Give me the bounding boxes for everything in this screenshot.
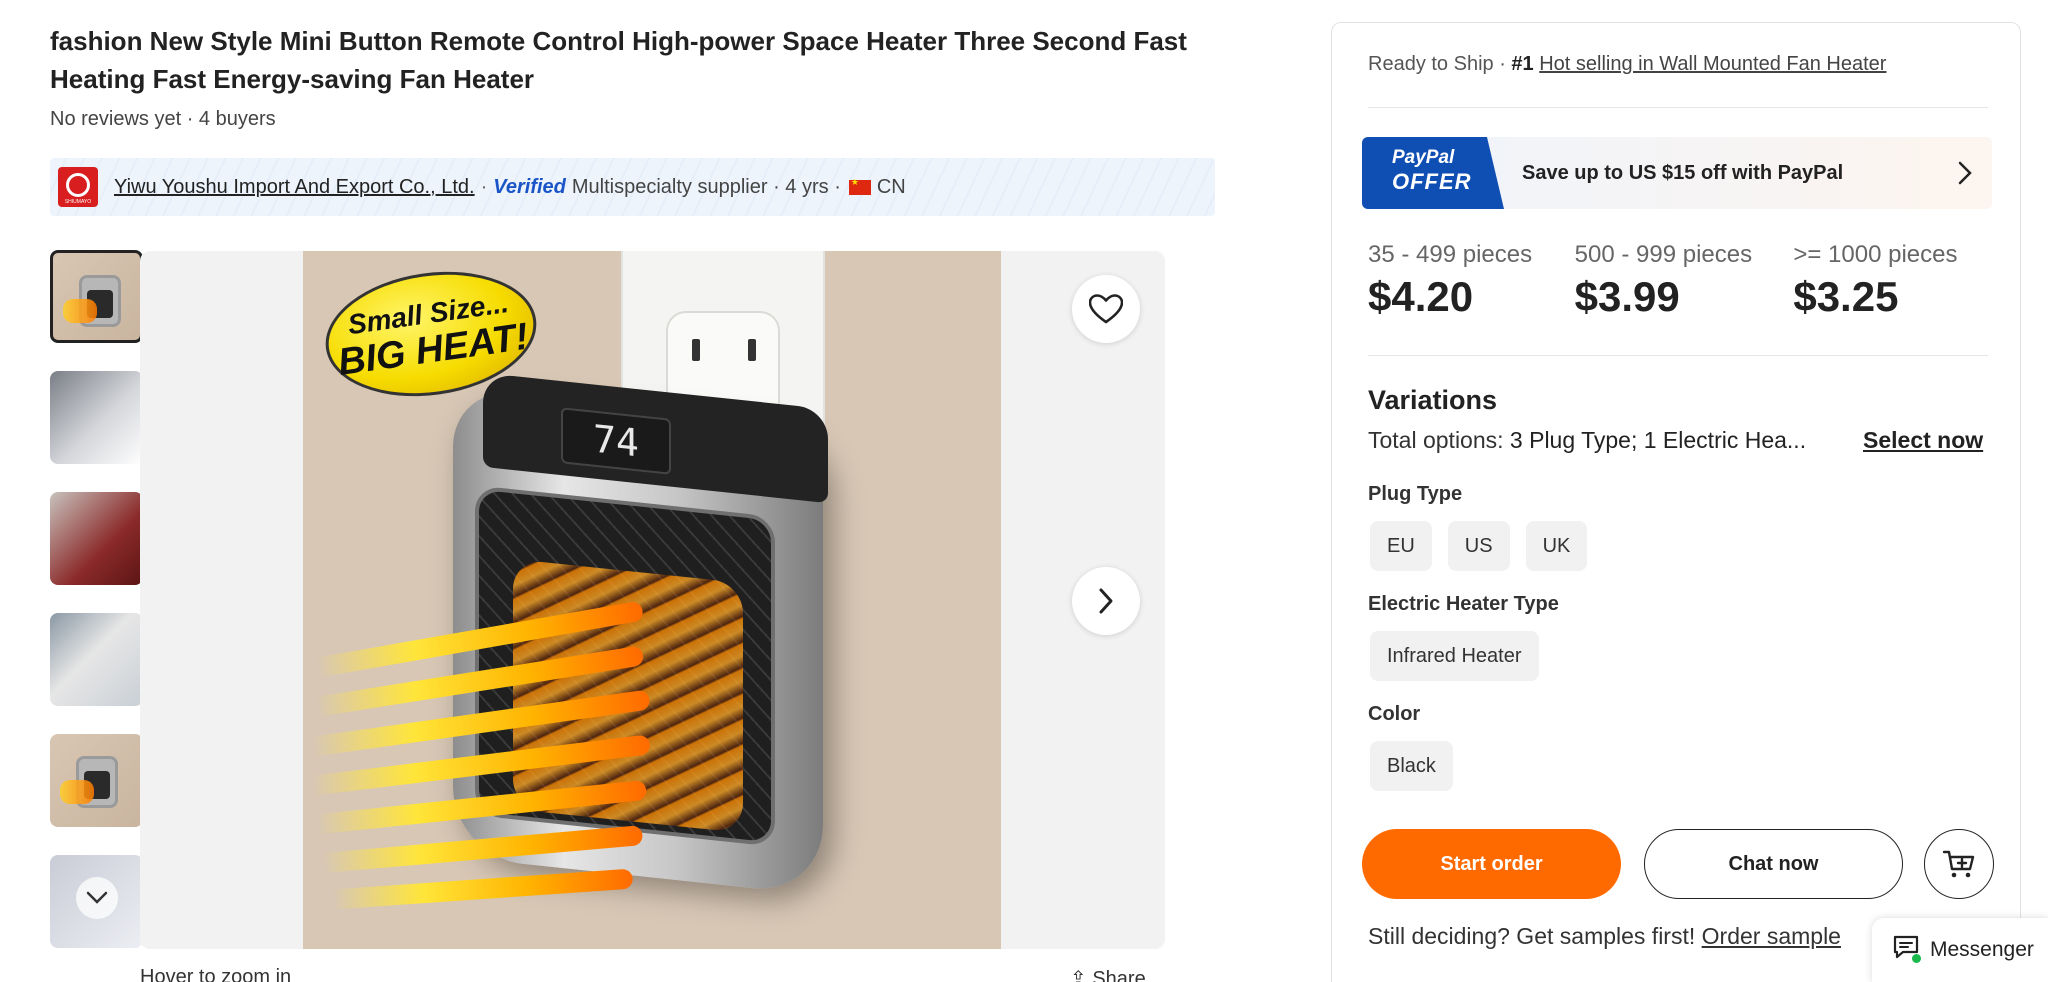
thumbnail-5[interactable] — [50, 734, 143, 827]
samples-prompt: Still deciding? Get samples first! Order… — [1368, 923, 1841, 950]
online-status-dot — [1912, 954, 1921, 963]
logo-text: SHIUMAYO — [64, 199, 92, 205]
color-options: Black — [1370, 741, 1469, 791]
cart-plus-icon — [1942, 850, 1975, 878]
heat-glow — [63, 299, 97, 323]
start-order-button[interactable]: Start order — [1362, 829, 1621, 899]
thumbnail-list — [50, 250, 144, 976]
favorite-button[interactable] — [1072, 275, 1140, 343]
price-tier: 35 - 499 pieces $4.20 — [1368, 241, 1573, 321]
tier-quantity: 500 - 999 pieces — [1574, 241, 1753, 268]
purchase-panel: Ready to Ship · #1 Hot selling in Wall M… — [1331, 22, 2021, 982]
heat-glow — [60, 780, 94, 804]
product-title: fashion New Style Mini Button Remote Con… — [50, 26, 1187, 94]
ready-prefix: Ready to Ship · — [1368, 53, 1506, 75]
tier-price: $3.25 — [1793, 273, 1899, 320]
heat-wave — [332, 868, 634, 910]
paypal-offer-text: Save up to US $15 off with PayPal — [1522, 161, 1844, 184]
variations-title: Variations — [1368, 385, 1498, 415]
thumbnail-1[interactable] — [50, 250, 143, 343]
add-to-cart-button[interactable] — [1924, 829, 1994, 899]
total-options-label: Total options: — [1368, 427, 1504, 453]
plug-type-option[interactable]: EU — [1370, 521, 1432, 571]
share-icon: ⇪ — [1070, 968, 1093, 982]
chevron-right-icon — [1958, 161, 1972, 185]
supplier-country: CN — [876, 175, 906, 198]
paypal-offer-tag: PayPal OFFER — [1362, 137, 1504, 209]
chevron-down-icon[interactable] — [76, 877, 118, 919]
tier-quantity: 35 - 499 pieces — [1368, 241, 1533, 268]
logo-ring-icon — [66, 173, 90, 197]
plug-type-option[interactable]: UK — [1525, 521, 1588, 571]
messenger-button[interactable]: Messenger — [1872, 918, 2048, 982]
separator: · — [480, 175, 488, 198]
plug-type-options: EU US UK — [1370, 521, 1603, 571]
reviews-summary: No reviews yet · 4 buyers — [50, 108, 276, 130]
chat-now-button[interactable]: Chat now — [1644, 829, 1903, 899]
rank-label: #1 — [1511, 53, 1534, 75]
thumbnail-4[interactable] — [50, 613, 143, 706]
color-option[interactable]: Black — [1370, 741, 1453, 791]
main-product-image[interactable]: Small Size... BIG HEAT! 74 — [140, 251, 1165, 949]
paypal-tag-line-1: PayPal — [1392, 147, 1455, 168]
temperature-display: 74 — [561, 407, 671, 475]
divider — [1368, 355, 1988, 356]
color-label: Color — [1368, 703, 1421, 725]
order-sample-link[interactable]: Order sample — [1702, 923, 1841, 949]
share-button[interactable]: ⇪ Share — [1070, 966, 1146, 982]
price-tier: >= 1000 pieces $3.25 — [1793, 241, 1998, 321]
tier-price: $4.20 — [1368, 273, 1474, 320]
chevron-right-icon — [1099, 588, 1113, 614]
thumbnail-6[interactable] — [50, 855, 143, 948]
supplier-logo[interactable]: SHIUMAYO — [58, 167, 98, 207]
next-image-button[interactable] — [1072, 567, 1140, 635]
divider — [1368, 107, 1988, 108]
samples-text: Still deciding? Get samples first! — [1368, 923, 1696, 949]
zoom-hint: Hover to zoom in — [140, 966, 292, 982]
plug-type-label: Plug Type — [1368, 483, 1463, 505]
price-tier: 500 - 999 pieces $3.99 — [1575, 241, 1780, 321]
total-options-value: 3 Plug Type; 1 Electric Hea... — [1509, 427, 1807, 453]
supplier-name-link[interactable]: Yiwu Youshu Import And Export Co., Ltd. — [114, 176, 475, 199]
select-now-link[interactable]: Select now — [1863, 427, 1983, 454]
thumbnail-3[interactable] — [50, 492, 143, 585]
ready-to-ship: Ready to Ship · #1 Hot selling in Wall M… — [1368, 53, 1886, 76]
supplier-bar: SHIUMAYO Yiwu Youshu Import And Export C… — [50, 158, 1215, 216]
thumbnail-2[interactable] — [50, 371, 143, 464]
share-label: Share — [1092, 968, 1146, 982]
supplier-details: Multispecialty supplier · 4 yrs · — [571, 175, 841, 198]
tier-quantity: >= 1000 pieces — [1793, 241, 1958, 268]
heart-icon — [1089, 294, 1123, 324]
verified-badge[interactable]: Verified — [493, 176, 566, 199]
price-tiers: 35 - 499 pieces $4.20 500 - 999 pieces $… — [1368, 241, 1998, 321]
heater-type-option[interactable]: Infrared Heater — [1370, 631, 1539, 681]
heater-type-label: Electric Heater Type — [1368, 593, 1559, 615]
messenger-label: Messenger — [1930, 938, 2034, 961]
china-flag-icon — [848, 177, 871, 195]
paypal-tag-line-2: OFFER — [1392, 169, 1472, 194]
paypal-offer-banner[interactable]: PayPal OFFER Save up to US $15 off with … — [1362, 137, 1992, 209]
rank-category-link[interactable]: Hot selling in Wall Mounted Fan Heater — [1539, 53, 1886, 75]
message-icon — [1892, 934, 1921, 966]
heater-type-options: Infrared Heater — [1370, 631, 1555, 681]
plug-type-option[interactable]: US — [1447, 521, 1510, 571]
tier-price: $3.99 — [1574, 273, 1680, 320]
product-photo: Small Size... BIG HEAT! 74 — [303, 251, 1001, 949]
total-options: Total options: 3 Plug Type; 1 Electric H… — [1368, 427, 1828, 454]
